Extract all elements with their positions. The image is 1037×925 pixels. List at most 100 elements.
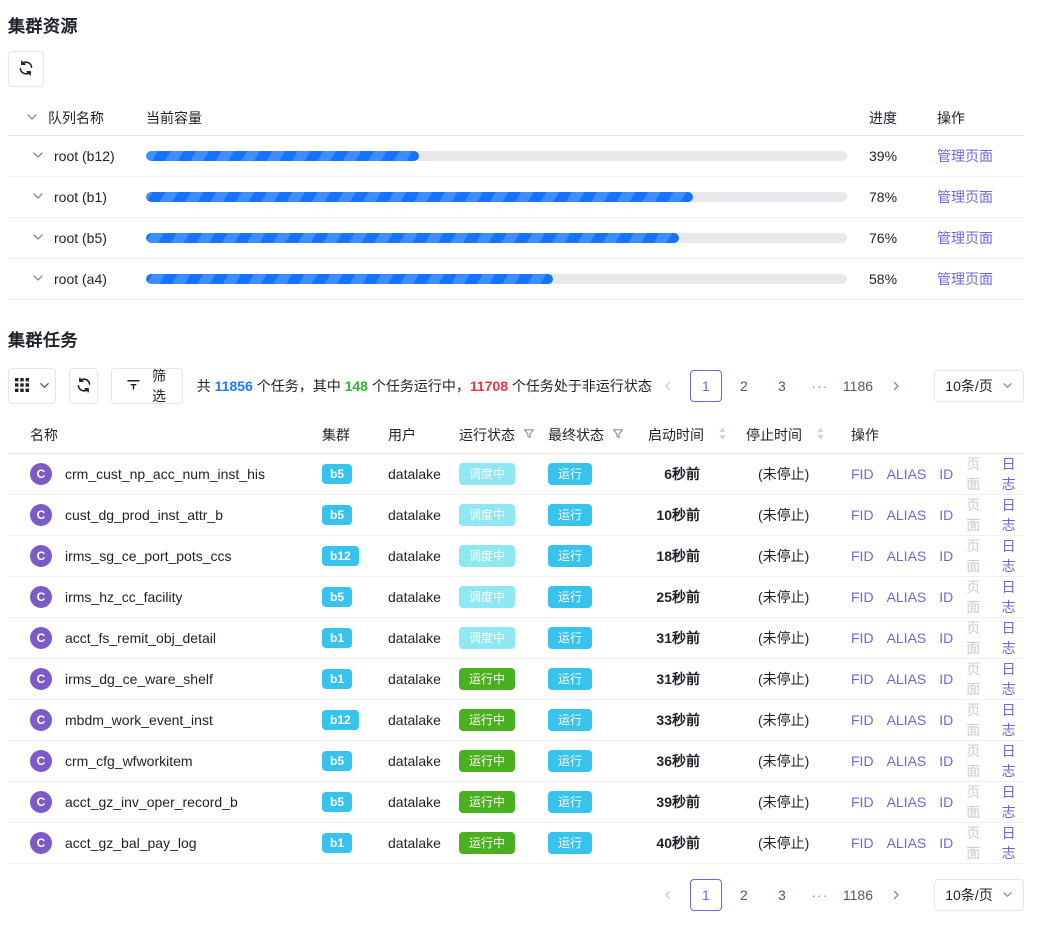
id-link[interactable]: ID: [939, 671, 953, 687]
alias-link[interactable]: ALIAS: [887, 794, 927, 810]
stop-time-cell: (未停止): [738, 833, 838, 853]
id-link[interactable]: ID: [939, 507, 953, 523]
stop-time-cell: (未停止): [738, 505, 838, 525]
log-link[interactable]: 日志: [1002, 659, 1024, 699]
page-button-3[interactable]: 3: [766, 879, 798, 911]
log-link[interactable]: 日志: [1002, 618, 1024, 658]
cluster-header: 集群: [322, 425, 388, 445]
fid-link[interactable]: FID: [851, 589, 874, 605]
final-status-badge: 运行: [548, 586, 592, 608]
log-link[interactable]: 日志: [1002, 577, 1024, 617]
prev-page-button[interactable]: [652, 879, 684, 911]
queue-row: root (b12) 39% 管理页面: [8, 136, 1024, 177]
fid-link[interactable]: FID: [851, 794, 874, 810]
funnel-filter-icon[interactable]: [523, 427, 535, 443]
funnel-filter-icon[interactable]: [612, 427, 624, 443]
page-button-1[interactable]: 1: [690, 879, 722, 911]
log-link[interactable]: 日志: [1002, 741, 1024, 781]
id-link[interactable]: ID: [939, 630, 953, 646]
run-status-header: 运行状态: [459, 425, 515, 445]
fid-link[interactable]: FID: [851, 835, 874, 851]
fid-link[interactable]: FID: [851, 630, 874, 646]
page-button-3[interactable]: 3: [766, 370, 798, 402]
page-link: 页面: [966, 618, 988, 658]
sorter-icon[interactable]: [718, 427, 727, 443]
alias-link[interactable]: ALIAS: [887, 548, 927, 564]
tasks-refresh-button[interactable]: [69, 368, 98, 404]
alias-link[interactable]: ALIAS: [887, 507, 927, 523]
log-link[interactable]: 日志: [1002, 823, 1024, 863]
log-link[interactable]: 日志: [1002, 495, 1024, 535]
id-link[interactable]: ID: [939, 466, 953, 482]
manage-page-link[interactable]: 管理页面: [937, 230, 993, 246]
fid-link[interactable]: FID: [851, 712, 874, 728]
run-status-badge: 运行中: [459, 668, 515, 690]
progress-header: 进度: [869, 108, 917, 128]
manage-page-link[interactable]: 管理页面: [937, 189, 993, 205]
next-page-button[interactable]: [880, 370, 912, 402]
queue-expand-chevron-icon[interactable]: [32, 189, 44, 205]
final-status-badge: 运行: [548, 750, 592, 772]
pagination-ellipsis[interactable]: ···: [804, 370, 836, 402]
next-page-button[interactable]: [880, 879, 912, 911]
alias-link[interactable]: ALIAS: [887, 630, 927, 646]
fid-link[interactable]: FID: [851, 466, 874, 482]
start-time-cell: 31秒前: [640, 669, 738, 689]
id-link[interactable]: ID: [939, 794, 953, 810]
cluster-badge: b5: [322, 792, 352, 812]
fid-link[interactable]: FID: [851, 671, 874, 687]
pagination-ellipsis[interactable]: ···: [804, 879, 836, 911]
id-link[interactable]: ID: [939, 712, 953, 728]
page-link: 页面: [966, 659, 988, 699]
page-size-select[interactable]: 10条/页: [934, 879, 1024, 911]
alias-link[interactable]: ALIAS: [887, 671, 927, 687]
manage-page-link[interactable]: 管理页面: [937, 271, 993, 287]
log-link[interactable]: 日志: [1002, 782, 1024, 822]
cluster-badge: b5: [322, 464, 352, 484]
user-cell: datalake: [388, 712, 459, 728]
queue-row: root (b5) 76% 管理页面: [8, 218, 1024, 259]
alias-link[interactable]: ALIAS: [887, 835, 927, 851]
filter-button[interactable]: 筛选: [111, 368, 182, 404]
page-button-2[interactable]: 2: [728, 370, 760, 402]
id-link[interactable]: ID: [939, 835, 953, 851]
column-settings-button[interactable]: [8, 368, 56, 404]
page-button-2[interactable]: 2: [728, 879, 760, 911]
prev-page-button[interactable]: [652, 370, 684, 402]
alias-link[interactable]: ALIAS: [887, 589, 927, 605]
queue-expand-chevron-icon[interactable]: [32, 230, 44, 246]
queue-expand-chevron-icon[interactable]: [32, 148, 44, 164]
alias-link[interactable]: ALIAS: [887, 753, 927, 769]
id-link[interactable]: ID: [939, 589, 953, 605]
user-header: 用户: [388, 425, 459, 445]
chevron-down-icon: [1002, 887, 1013, 903]
task-row: C cust_dg_prod_inst_attr_b b5 datalake 调…: [8, 495, 1024, 536]
log-link[interactable]: 日志: [1002, 700, 1024, 740]
page-button-last[interactable]: 1186: [842, 370, 874, 402]
name-header: 名称: [8, 425, 322, 445]
queue-name: root (b5): [54, 230, 107, 246]
capacity-progress-bar: [146, 151, 847, 161]
collapse-all-chevron-icon[interactable]: [26, 110, 38, 126]
alias-link[interactable]: ALIAS: [887, 466, 927, 482]
sorter-icon[interactable]: [816, 427, 825, 443]
log-link[interactable]: 日志: [1002, 454, 1024, 494]
manage-page-link[interactable]: 管理页面: [937, 148, 993, 164]
user-cell: datalake: [388, 630, 459, 646]
fid-link[interactable]: FID: [851, 507, 874, 523]
id-link[interactable]: ID: [939, 753, 953, 769]
id-link[interactable]: ID: [939, 548, 953, 564]
final-status-badge: 运行: [548, 627, 592, 649]
page-size-select[interactable]: 10条/页: [934, 370, 1024, 402]
fid-link[interactable]: FID: [851, 753, 874, 769]
progress-fill: [146, 233, 679, 243]
stop-time-cell: (未停止): [738, 464, 838, 484]
fid-link[interactable]: FID: [851, 548, 874, 564]
log-link[interactable]: 日志: [1002, 536, 1024, 576]
page-button-1[interactable]: 1: [690, 370, 722, 402]
resources-refresh-button[interactable]: [8, 51, 44, 87]
alias-link[interactable]: ALIAS: [887, 712, 927, 728]
page-button-last[interactable]: 1186: [842, 879, 874, 911]
run-status-badge: 运行中: [459, 832, 515, 854]
queue-expand-chevron-icon[interactable]: [32, 271, 44, 287]
